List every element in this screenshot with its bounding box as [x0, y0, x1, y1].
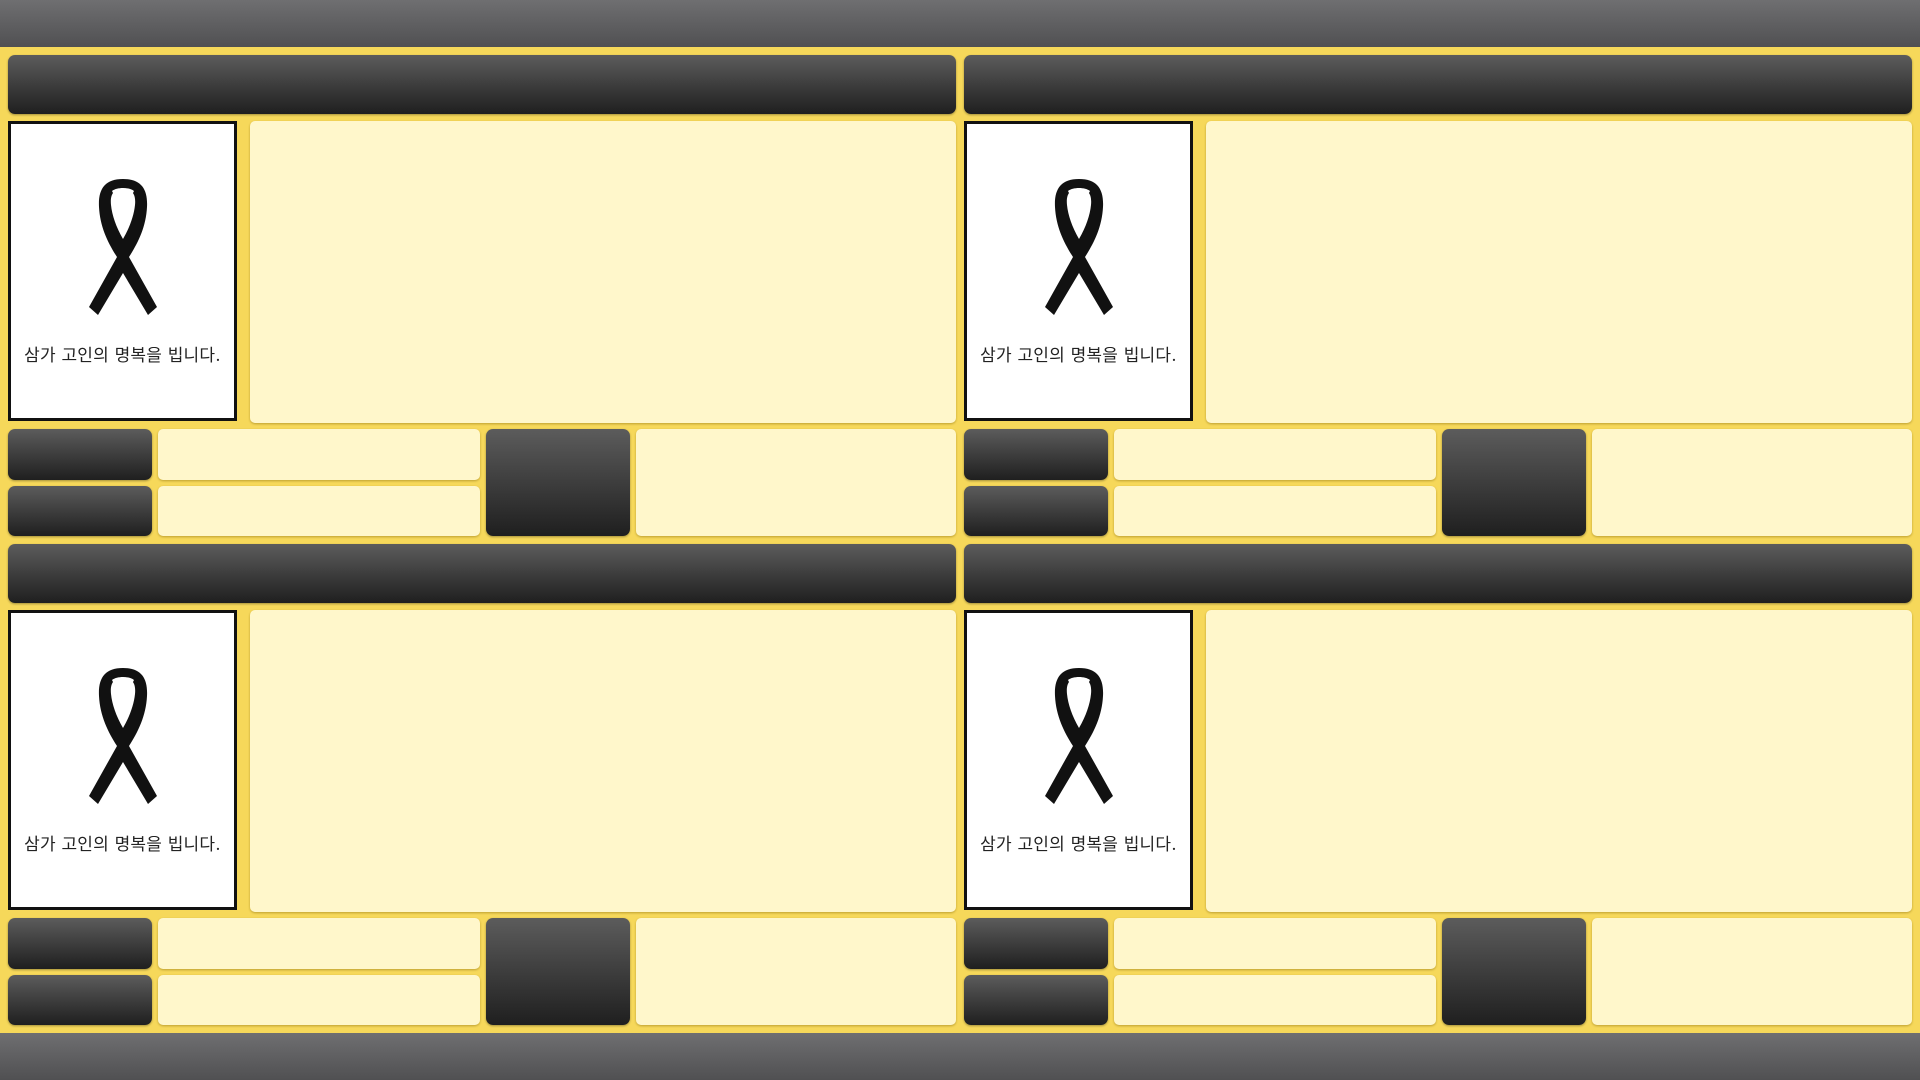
black-ribbon-icon	[88, 179, 157, 315]
detail-label-2	[8, 486, 152, 536]
black-ribbon-icon	[1044, 179, 1113, 315]
detail-value-1	[158, 918, 480, 969]
memorial-photo-card: 삼가 고인의 명복을 빕니다.	[964, 121, 1193, 421]
condolence-text: 삼가 고인의 명복을 빕니다.	[24, 346, 221, 366]
detail-label-1	[964, 429, 1108, 480]
memorial-panel-1: 삼가 고인의 명복을 빕니다.	[8, 55, 956, 536]
detail-value-1	[158, 429, 480, 480]
memorial-panel-4: 삼가 고인의 명복을 빕니다.	[964, 544, 1912, 1025]
deceased-info-box	[250, 610, 956, 912]
action-block[interactable]	[486, 429, 630, 536]
deceased-info-box	[1206, 610, 1912, 912]
detail-value-1	[1114, 429, 1436, 480]
detail-label-2	[8, 975, 152, 1025]
memorial-photo-card: 삼가 고인의 명복을 빕니다.	[8, 610, 237, 910]
deceased-info-box	[1206, 121, 1912, 423]
bottom-bar	[0, 1033, 1920, 1080]
action-block[interactable]	[486, 918, 630, 1025]
top-bar	[0, 0, 1920, 47]
black-ribbon-icon	[1044, 668, 1113, 804]
detail-label-1	[8, 918, 152, 969]
condolence-text: 삼가 고인의 명복을 빕니다.	[980, 346, 1177, 366]
detail-value-2	[158, 975, 480, 1025]
detail-value-1	[1114, 918, 1436, 969]
detail-label-1	[964, 918, 1108, 969]
detail-value-3	[636, 918, 956, 1025]
action-block[interactable]	[1442, 429, 1586, 536]
panel-header-bar	[8, 55, 956, 114]
action-block[interactable]	[1442, 918, 1586, 1025]
detail-value-3	[1592, 429, 1912, 536]
memorial-panel-3: 삼가 고인의 명복을 빕니다.	[8, 544, 956, 1025]
detail-label-2	[964, 486, 1108, 536]
memorial-photo-card: 삼가 고인의 명복을 빕니다.	[964, 610, 1193, 910]
panel-header-bar	[964, 55, 1912, 114]
condolence-text: 삼가 고인의 명복을 빕니다.	[980, 835, 1177, 855]
black-ribbon-icon	[88, 668, 157, 804]
memorial-photo-card: 삼가 고인의 명복을 빕니다.	[8, 121, 237, 421]
memorial-panel-2: 삼가 고인의 명복을 빕니다.	[964, 55, 1912, 536]
detail-value-2	[158, 486, 480, 536]
detail-value-3	[636, 429, 956, 536]
detail-label-1	[8, 429, 152, 480]
deceased-info-box	[250, 121, 956, 423]
detail-value-2	[1114, 486, 1436, 536]
detail-label-2	[964, 975, 1108, 1025]
detail-value-3	[1592, 918, 1912, 1025]
panel-header-bar	[8, 544, 956, 603]
condolence-text: 삼가 고인의 명복을 빕니다.	[24, 835, 221, 855]
memorial-grid: 삼가 고인의 명복을 빕니다. 삼가 고인의 명복을 빕니다. 삼가 고인의 명…	[8, 55, 1912, 1025]
panel-header-bar	[964, 544, 1912, 603]
detail-value-2	[1114, 975, 1436, 1025]
